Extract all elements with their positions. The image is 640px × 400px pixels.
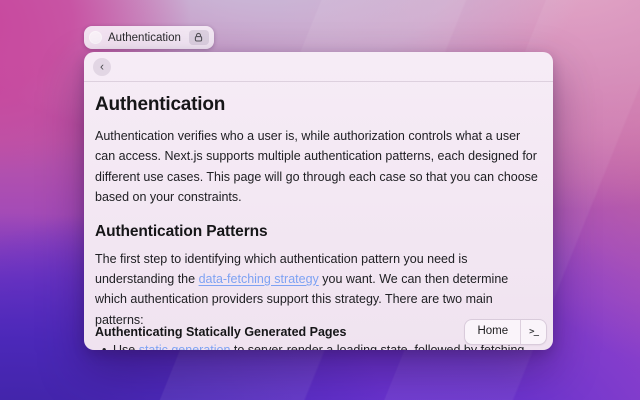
doc-content: Authentication Authentication verifies w…: [84, 82, 553, 350]
patterns-paragraph: The first step to identifying which auth…: [95, 249, 542, 331]
chevron-left-icon: ‹: [100, 60, 104, 72]
lock-icon: [193, 32, 204, 43]
back-button[interactable]: ‹: [93, 58, 111, 76]
doc-link[interactable]: data-fetching strategy: [199, 272, 319, 286]
section-heading: Authentication Patterns: [95, 223, 542, 241]
favicon-icon: [89, 31, 102, 44]
footer-button-group: Home >_: [465, 320, 546, 344]
browser-tab[interactable]: Authentication: [84, 26, 214, 49]
doc-link[interactable]: static generation: [139, 343, 231, 350]
doc-footer: Authenticating Statically Generated Page…: [95, 320, 546, 344]
page-title: Authentication: [95, 94, 542, 116]
tab-title: Authentication: [108, 32, 183, 44]
doc-window: ‹ Authentication Authentication verifies…: [84, 52, 553, 350]
terminal-icon: >_: [529, 327, 538, 337]
intro-paragraph: Authentication verifies who a user is, w…: [95, 126, 542, 208]
footer-heading: Authenticating Statically Generated Page…: [95, 325, 346, 339]
terminal-button[interactable]: >_: [520, 320, 546, 344]
lock-button[interactable]: [189, 30, 209, 45]
home-button[interactable]: Home: [465, 320, 520, 344]
window-toolbar: ‹: [84, 52, 553, 82]
